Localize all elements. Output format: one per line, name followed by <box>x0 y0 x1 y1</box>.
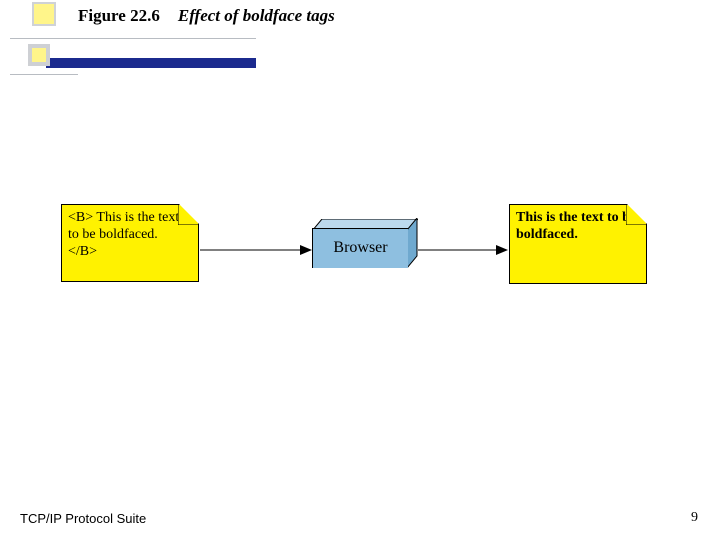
arrow-icon <box>418 240 508 260</box>
browser-label: Browser <box>333 239 387 256</box>
decor-bar <box>46 58 256 68</box>
page-number: 9 <box>691 510 698 526</box>
decor-square-top <box>32 2 56 26</box>
source-note-text: <B> This is the text to be boldfaced. </… <box>68 210 190 260</box>
result-note-text: This is the text to be boldfaced. <box>516 210 638 244</box>
open-tag: <B> <box>68 210 93 225</box>
footer-text: TCP/IP Protocol Suite <box>20 511 146 526</box>
result-note: This is the text to be boldfaced. <box>509 204 647 284</box>
source-note: <B> This is the text to be boldfaced. </… <box>61 204 199 282</box>
decor-line <box>10 74 78 75</box>
figure-caption: Effect of boldface tags <box>178 6 335 25</box>
dog-ear-line <box>178 205 198 225</box>
dog-ear-line <box>626 205 646 225</box>
decor-square-sub <box>28 44 50 66</box>
figure-title: Figure 22.6 Effect of boldface tags <box>78 6 335 26</box>
arrow-icon <box>200 240 312 260</box>
decor-line <box>10 38 256 39</box>
figure-number: Figure 22.6 <box>78 6 160 25</box>
close-tag: </B> <box>68 244 97 259</box>
browser-box: Browser <box>312 228 408 268</box>
